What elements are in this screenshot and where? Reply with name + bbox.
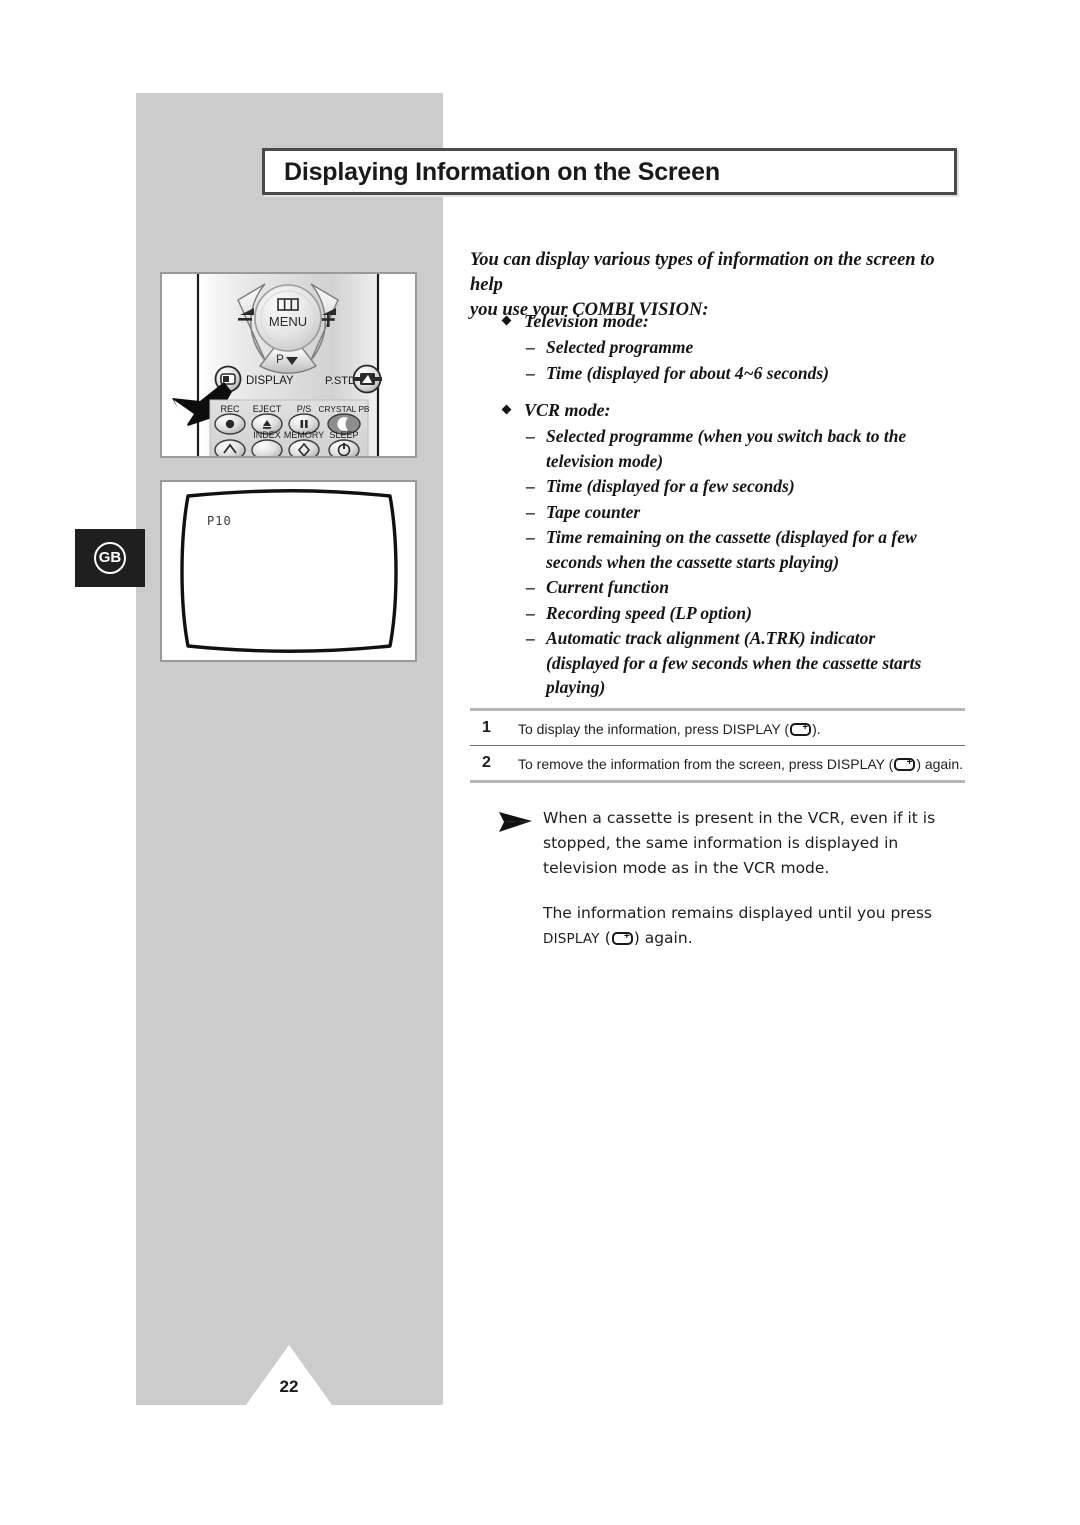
dash-bullet-icon: –: [526, 577, 535, 597]
list-item: – Current function: [470, 575, 965, 600]
note-arrow-icon: [498, 810, 538, 834]
display-button-icon: [894, 756, 916, 771]
list-item: – Time (displayed for about 4~6 seconds): [470, 361, 965, 386]
step-text-before: To display the information, press DISPLA…: [518, 721, 790, 737]
list-item: – Time remaining on the cassette (displa…: [470, 525, 965, 574]
dash-bullet-icon: –: [526, 501, 535, 522]
note-paragraph-2: The information remains displayed until …: [543, 901, 968, 952]
information-list: Television mode: – Selected programme – …: [470, 308, 965, 700]
list-item: – Selected programme (when you switch ba…: [470, 424, 965, 473]
dash-bullet-icon: –: [526, 426, 535, 446]
step-text: To remove the information from the scree…: [518, 756, 963, 772]
step-text: To display the information, press DISPLA…: [518, 721, 821, 737]
list-item-label-cont: television mode): [546, 450, 664, 471]
list-item-label: Current function: [546, 577, 670, 597]
note-p2-after: ) again.: [633, 929, 693, 947]
dash-bullet-icon: –: [526, 476, 535, 496]
steps-bottom-rule: [470, 780, 965, 783]
step-number: 2: [482, 754, 491, 771]
list-item: – Recording speed (LP option): [470, 601, 965, 626]
language-tab: GB: [75, 529, 145, 587]
list-item-label-cont: seconds when the cassette starts playing…: [546, 551, 840, 572]
steps-table: 1 To display the information, press DISP…: [470, 708, 965, 783]
list-item: – Time (displayed for a few seconds): [470, 474, 965, 499]
svg-text:DISPLAY: DISPLAY: [246, 375, 294, 387]
list-item-label: Recording speed (LP option): [546, 602, 752, 623]
svg-text:P: P: [276, 354, 284, 366]
note-p2-mid: (: [599, 929, 611, 947]
diamond-bullet-icon: [501, 404, 512, 415]
step-text-after: ).: [812, 721, 821, 737]
step-row: 1 To display the information, press DISP…: [470, 711, 965, 745]
step-text-before: To remove the information from the scree…: [518, 756, 894, 772]
list-item-label: Automatic track alignment (A.TRK) indica…: [546, 628, 876, 648]
dash-bullet-icon: –: [526, 527, 535, 547]
intro-line-1: You can display various types of informa…: [470, 250, 935, 295]
note-body: When a cassette is present in the VCR, e…: [543, 806, 968, 952]
page-title-box: Displaying Information on the Screen: [262, 148, 957, 195]
step-number: 1: [482, 719, 491, 736]
list-item: – Tape counter: [470, 500, 965, 525]
note-paragraph-1: When a cassette is present in the VCR, e…: [543, 809, 936, 877]
dash-bullet-icon: –: [526, 337, 535, 357]
list-item-label: Selected programme: [546, 337, 694, 357]
list-item: – Automatic track alignment (A.TRK) indi…: [470, 626, 965, 700]
svg-text:EJECT: EJECT: [253, 404, 282, 414]
svg-text:P/S: P/S: [297, 404, 312, 414]
list-item-label: Time (displayed for a few seconds): [546, 476, 795, 496]
list-heading-vcr: VCR mode:: [470, 397, 965, 423]
list-item-label: Time (displayed for about 4~6 seconds): [546, 362, 829, 383]
note-p2-before: The information remains displayed until …: [543, 904, 933, 922]
list-heading-label: VCR mode:: [524, 400, 611, 420]
language-tab-label: GB: [94, 542, 126, 574]
list-heading-label: Television mode:: [524, 311, 649, 331]
svg-text:MENU: MENU: [269, 314, 307, 329]
list-item-label: Selected programme (when you switch back…: [546, 426, 907, 446]
figure-remote-control: MENU P DISPLAY P.STD REC EJECT P/S CRYST…: [160, 266, 417, 466]
list-item-label-cont2: playing): [546, 677, 606, 697]
display-button-icon: [790, 721, 812, 736]
svg-text:SLEEP: SLEEP: [329, 430, 358, 440]
step-text-after: ) again.: [916, 756, 964, 772]
dash-bullet-icon: –: [526, 362, 535, 383]
list-block-vcr: VCR mode: – Selected programme (when you…: [470, 397, 965, 700]
page-title: Displaying Information on the Screen: [284, 158, 720, 186]
list-item: – Selected programme: [470, 335, 965, 360]
note-p2-display-caps: DISPLAY: [543, 931, 600, 947]
svg-text:CRYSTAL PB: CRYSTAL PB: [318, 404, 369, 414]
list-item-label: Tape counter: [546, 501, 641, 522]
page-number-notch: 22: [136, 1345, 443, 1405]
step-row: 2 To remove the information from the scr…: [470, 746, 965, 780]
dash-bullet-icon: –: [526, 628, 535, 648]
remote-control-illustration: MENU P DISPLAY P.STD REC EJECT P/S CRYST…: [172, 266, 382, 466]
svg-text:REC: REC: [220, 404, 240, 414]
figure-tv-screen: P10: [160, 480, 417, 662]
display-button-icon: [611, 930, 633, 945]
diamond-bullet-icon: [501, 315, 512, 326]
list-block-television: Television mode: – Selected programme – …: [470, 308, 965, 385]
svg-text:INDEX: INDEX: [253, 430, 281, 440]
svg-text:P.STD: P.STD: [325, 375, 356, 387]
page-number: 22: [279, 1377, 299, 1396]
list-heading-television: Television mode:: [470, 308, 965, 334]
list-item-label-cont: (displayed for a few seconds when the ca…: [546, 652, 922, 673]
tv-osd-text: P10: [207, 514, 232, 528]
list-item-label: Time remaining on the cassette (displaye…: [546, 527, 917, 547]
dash-bullet-icon: –: [526, 602, 535, 623]
svg-text:MEMORY: MEMORY: [284, 430, 324, 440]
tv-screen-illustration: [180, 489, 398, 653]
